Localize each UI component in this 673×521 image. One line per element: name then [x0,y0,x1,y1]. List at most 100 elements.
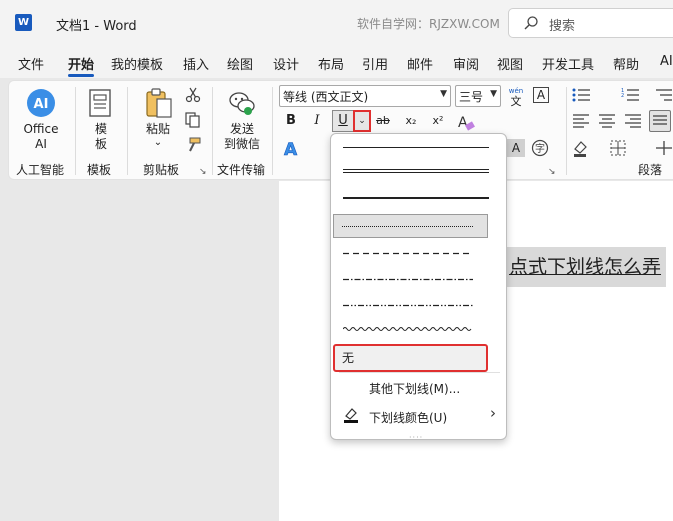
character-shading-button[interactable]: A [507,139,525,157]
underline-style-thick[interactable] [335,186,503,208]
divider [566,87,567,175]
send-label-1: 发送 [229,122,254,136]
underline-style-dash-dot[interactable] [335,268,503,290]
divider [272,87,273,175]
align-left-icon[interactable] [572,113,590,129]
underline-color-option[interactable]: 下划线颜色(U) [369,409,447,426]
cut-icon[interactable] [185,87,201,103]
tab-mailings[interactable]: 邮件 [407,54,433,73]
tab-file[interactable]: 文件 [18,54,44,73]
tab-insert[interactable]: 插入 [183,54,209,73]
underline-style-dashed[interactable] [335,242,503,264]
paste-dropdown-arrow[interactable]: ⌄ [143,135,173,150]
office-ai-label-1: Office [23,122,59,136]
tab-draw[interactable]: 绘图 [227,54,253,73]
group-label-template: 模板 [87,163,112,177]
send-label-2: 到微信 [223,137,260,151]
ai-icon: AI [27,89,55,117]
underline-style-wave[interactable] [335,318,503,340]
svg-text:AI: AI [34,97,49,112]
copy-icon[interactable] [185,112,201,128]
word-app-icon: W [15,14,32,31]
tab-design[interactable]: 设计 [273,54,299,73]
phonetic-char: 文 [510,95,522,108]
text-effects-icon[interactable]: A [281,138,303,160]
subscript-button[interactable]: x₂ [400,110,422,132]
align-right-icon[interactable] [624,113,642,129]
tab-layout[interactable]: 布局 [318,54,344,73]
underline-style-single[interactable] [335,136,503,158]
underline-none-option[interactable]: 无 [333,344,488,372]
phonetic-pinyin: wén [508,87,524,95]
superscript-button[interactable]: x² [427,110,449,132]
tab-view[interactable]: 视图 [497,54,523,73]
clear-formatting-icon[interactable]: A [456,112,476,132]
underline-dropdown-button[interactable]: ⌄ [353,110,371,132]
template-label-1: 模 [94,122,107,136]
svg-text:2: 2 [621,93,624,99]
document-title: 文档1 - Word [56,19,137,34]
line-sample [343,169,489,173]
line-sample [343,327,472,331]
font-size-select[interactable]: 三号 ▼ [455,85,501,107]
clipboard-dialog-launcher-icon[interactable]: ↘ [199,167,207,177]
selected-document-text[interactable]: 点式下划线怎么弄 [507,247,666,287]
wechat-icon [229,92,255,115]
tab-developer[interactable]: 开发工具 [542,54,594,73]
group-label-transfer: 文件传输 [217,163,266,177]
line-sample [343,278,473,281]
font-name-select[interactable]: 等线 (西文正文) ▼ [279,85,451,107]
resize-grip[interactable]: ···· [409,433,423,442]
tab-review[interactable]: 审阅 [453,54,479,73]
strikethrough-button[interactable]: ab [372,110,394,132]
ribbon-tabs: 文件 开始 我的模板 插入 绘图 设计 布局 引用 邮件 审阅 视图 开发工具 … [0,46,673,78]
enclose-characters-icon[interactable]: 字 [531,139,549,157]
search-box[interactable]: 搜索 [508,8,673,38]
font-dialog-launcher-icon[interactable]: ↘ [548,167,556,177]
tab-home[interactable]: 开始 [68,54,94,73]
group-label-paragraph: 段落 [638,163,663,177]
tab-my-templates[interactable]: 我的模板 [111,54,163,73]
underline-style-double[interactable] [335,160,503,182]
font-size-value: 三号 [459,90,484,104]
phonetic-guide-button[interactable]: wén 文 [507,84,525,108]
search-icon [524,16,538,30]
bullets-icon[interactable] [572,87,594,103]
tab-ai[interactable]: AI [660,54,673,69]
bold-button[interactable]: B [280,110,302,132]
svg-text:A: A [458,115,468,131]
borders-icon[interactable] [609,139,631,157]
search-placeholder: 搜索 [549,19,576,34]
underline-style-dash-dot-dot[interactable] [335,294,503,316]
font-name-value: 等线 (西文正文) [283,90,369,104]
justify-icon [653,115,667,125]
group-label-clipboard: 剪贴板 [143,163,180,177]
chinese-layout-icon[interactable] [654,139,673,157]
divider [212,87,213,175]
character-border-button[interactable]: A [533,87,549,103]
template-label-2: 板 [94,137,107,151]
more-underlines-option[interactable]: 其他下划线(M)... [369,380,460,397]
tab-references[interactable]: 引用 [362,54,388,73]
paragraph-shading-icon[interactable] [572,139,594,157]
italic-button[interactable]: I [306,110,328,132]
office-ai-label-2: AI [35,137,47,151]
numbering-icon[interactable]: 12 [621,87,643,103]
active-tab-indicator [68,74,94,77]
divider [127,87,128,175]
justify-button[interactable] [649,110,671,132]
tab-help[interactable]: 帮助 [613,54,639,73]
watermark-text: 软件自学网：RJZXW.COM [357,17,500,31]
line-sample [343,252,473,255]
menu-divider [339,372,500,373]
chevron-down-icon: ▼ [440,89,447,99]
multilevel-list-icon[interactable] [654,87,673,103]
line-sample [342,226,473,227]
underline-style-dotted[interactable] [333,214,488,238]
divider [75,87,76,175]
submenu-arrow-icon: › [490,404,496,422]
svg-text:A: A [284,140,298,160]
align-center-icon[interactable] [598,113,616,129]
format-painter-icon[interactable] [185,137,201,153]
underline-button[interactable]: U [332,110,354,132]
